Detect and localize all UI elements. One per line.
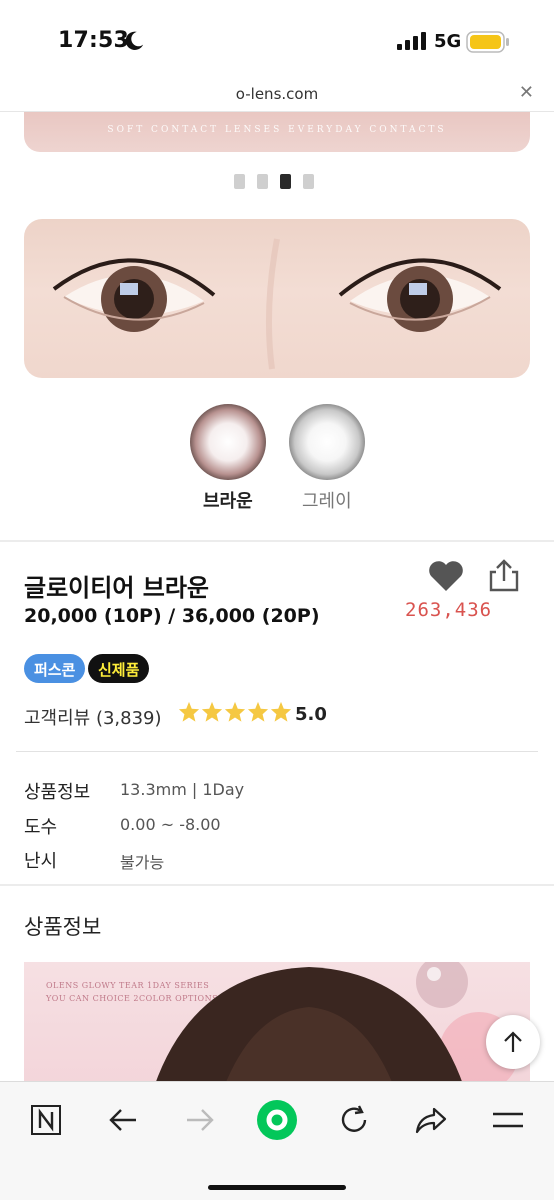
close-icon[interactable]: ✕ — [519, 82, 534, 103]
star-icon — [224, 701, 246, 722]
home-indicator — [208, 1185, 346, 1190]
refresh-button[interactable] — [332, 1098, 376, 1142]
color-swatch-gray[interactable] — [289, 404, 365, 480]
product-detail-image: OLENS GLOWY TEAR 1DAY SERIES YOU CAN CHO… — [24, 962, 530, 1087]
carousel-dot-active[interactable] — [280, 174, 291, 189]
refresh-icon — [341, 1105, 367, 1132]
star-icon — [201, 701, 223, 722]
product-price: 20,000 (10P) / 36,000 (20P) — [24, 605, 320, 627]
arrow-up-icon — [504, 1031, 522, 1052]
spec-label-info: 상품정보 — [24, 782, 91, 803]
carousel-dots — [234, 174, 314, 189]
back-button[interactable] — [101, 1098, 145, 1142]
star-icon — [247, 701, 269, 722]
moon-icon — [125, 31, 144, 50]
like-count: 263,436 — [405, 599, 493, 621]
signal-icon — [397, 32, 426, 50]
carousel-dot[interactable] — [303, 174, 314, 189]
naver-button[interactable] — [24, 1098, 68, 1142]
review-count[interactable]: 고객리뷰 (3,839) — [24, 704, 162, 730]
browser-toolbar — [0, 1081, 554, 1200]
network-label: 5G — [434, 31, 462, 52]
spec-value-astigmatism: 불가능 — [120, 853, 165, 872]
url-bar[interactable]: o-lens.com ✕ — [0, 76, 554, 112]
home-button[interactable] — [255, 1098, 299, 1142]
spec-label-astigmatism: 난시 — [24, 851, 58, 872]
scroll-to-top-button[interactable] — [486, 1015, 540, 1069]
color-label-gray[interactable]: 그레이 — [302, 487, 352, 513]
divider — [0, 884, 554, 886]
battery-icon — [466, 31, 509, 53]
badge-new-arrival: 퍼스콘 — [24, 654, 86, 683]
eyes-illustration — [52, 238, 502, 370]
banner-text: SOFT CONTACT LENSES EVERYDAY CONTACTS — [107, 125, 447, 135]
section-title-product-info: 상품정보 — [24, 915, 102, 939]
divider — [16, 751, 538, 752]
forward-button[interactable] — [178, 1098, 222, 1142]
forward-arrow-icon — [187, 1109, 214, 1131]
naver-icon — [31, 1105, 61, 1135]
top-banner-image: SOFT CONTACT LENSES EVERYDAY CONTACTS — [24, 112, 530, 152]
color-label-brown[interactable]: 브라운 — [203, 487, 253, 513]
badge-new-product: 신제품 — [88, 654, 150, 683]
menu-icon — [493, 1112, 523, 1128]
status-bar: 17:53 5G — [0, 0, 554, 76]
heart-icon[interactable] — [428, 560, 464, 592]
product-title: 글로이티어 브라운 — [24, 574, 209, 602]
rating-value: 5.0 — [295, 704, 327, 725]
spec-value-power: 0.00 ~ -8.00 — [120, 815, 221, 834]
status-time: 17:53 — [58, 28, 130, 53]
model-illustration — [154, 962, 519, 1087]
menu-button[interactable] — [486, 1098, 530, 1142]
eyes-lens-image — [24, 219, 530, 378]
share-forward-icon — [415, 1107, 447, 1134]
home-green-icon — [257, 1100, 297, 1140]
carousel-dot[interactable] — [234, 174, 245, 189]
color-swatch-brown[interactable] — [190, 404, 266, 480]
url-text[interactable]: o-lens.com — [0, 85, 554, 103]
spec-label-power: 도수 — [24, 817, 58, 838]
divider — [0, 540, 554, 542]
back-arrow-icon — [109, 1109, 136, 1131]
share-forward-button[interactable] — [409, 1098, 453, 1142]
star-icon — [270, 701, 292, 722]
share-icon[interactable] — [487, 559, 521, 593]
rating-stars — [178, 701, 293, 723]
spec-value-info: 13.3mm | 1Day — [120, 780, 245, 799]
carousel-dot[interactable] — [257, 174, 268, 189]
star-icon — [178, 701, 200, 722]
